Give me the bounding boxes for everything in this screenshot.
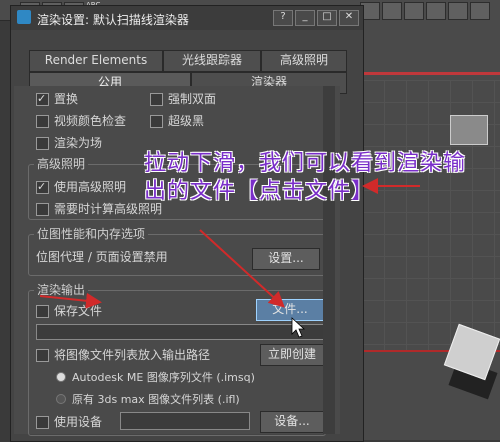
checkbox[interactable] [36, 416, 49, 429]
bitmap-settings-button[interactable]: 设置... [252, 248, 320, 270]
toolbar-button[interactable] [382, 2, 402, 20]
checkbox[interactable] [150, 115, 163, 128]
option-label: 置换 [54, 92, 79, 106]
create-now-button[interactable]: 立即创建 [260, 344, 324, 366]
panel-scrollbar[interactable] [323, 86, 335, 434]
close-button[interactable]: ✕ [339, 10, 359, 26]
tab-row: Render Elements 光线跟踪器 高级照明 [29, 50, 347, 72]
option-label: 超级黑 [168, 114, 205, 128]
option-label: 渲染为场 [54, 136, 103, 150]
option-use-advanced-lighting[interactable]: 使用高级照明 [36, 178, 126, 196]
help-button[interactable]: ? [273, 10, 293, 26]
toolbar-button[interactable] [470, 2, 490, 20]
option-super-black[interactable]: 超级黑 [150, 112, 204, 130]
toolbar-button[interactable] [426, 2, 446, 20]
checkbox[interactable] [36, 137, 49, 150]
option-label: 视频颜色检查 [54, 114, 127, 128]
checkbox[interactable] [36, 90, 49, 108]
tab-render-elements[interactable]: Render Elements [29, 50, 163, 72]
minimize-button[interactable]: _ [295, 10, 315, 26]
maximize-button[interactable]: □ [317, 10, 337, 26]
toolbar-button[interactable] [404, 2, 424, 20]
dialog-title: 渲染设置: 默认扫描线渲染器 [37, 13, 189, 27]
option-label: 保存文件 [54, 304, 103, 318]
app-icon [17, 10, 31, 24]
tab-raytracer[interactable]: 光线跟踪器 [163, 50, 261, 72]
files-button[interactable]: 文件... [256, 299, 324, 321]
settings-panel: 置换 强制双面 视频颜色检查 超级黑 渲染为场 高级照明 使用高级照明 需要时计… [14, 86, 340, 436]
radio-imsq[interactable]: Autodesk ME 图像序列文件 (.imsq) [56, 368, 255, 386]
output-path-field[interactable] [36, 324, 324, 340]
option-label: 使用高级照明 [54, 180, 127, 194]
device-field[interactable] [120, 412, 250, 430]
tab-advanced-lighting[interactable]: 高级照明 [261, 50, 347, 72]
checkbox[interactable] [36, 349, 49, 362]
option-use-device[interactable]: 使用设备 [36, 413, 102, 431]
device-button[interactable]: 设备... [260, 411, 324, 433]
option-label: 原有 3ds max 图像文件列表 (.ifl) [72, 393, 240, 406]
radio-button[interactable] [56, 394, 66, 404]
viewport-border [340, 72, 500, 75]
option-label: Autodesk ME 图像序列文件 (.imsq) [72, 371, 255, 384]
toolbar-button[interactable] [448, 2, 468, 20]
viewport-object[interactable] [450, 115, 488, 145]
dialog-titlebar[interactable]: 渲染设置: 默认扫描线渲染器 ? _ □ ✕ [11, 6, 363, 30]
checkbox[interactable] [36, 178, 49, 196]
radio-ifl[interactable]: 原有 3ds max 图像文件列表 (.ifl) [56, 390, 240, 408]
bitmap-proxy-status: 位图代理 / 页面设置禁用 [36, 250, 168, 264]
checkbox[interactable] [36, 115, 49, 128]
checkbox[interactable] [150, 93, 163, 106]
option-label: 使用设备 [54, 415, 103, 429]
option-save-file[interactable]: 保存文件 [36, 302, 102, 320]
group-title: 位图性能和内存选项 [34, 227, 149, 241]
option-label: 将图像文件列表放入输出路径 [54, 348, 211, 362]
option-force-2sided[interactable]: 强制双面 [150, 90, 216, 108]
checkbox[interactable] [36, 305, 49, 318]
option-render-to-fields[interactable]: 渲染为场 [36, 134, 102, 152]
option-label: 强制双面 [168, 92, 217, 106]
checkbox[interactable] [36, 203, 49, 216]
tutorial-annotation: 拉动下滑，我们可以看到渲染输出的文件【点击文件】 [144, 151, 467, 204]
group-title: 渲染输出 [34, 283, 89, 297]
option-video-color-check[interactable]: 视频颜色检查 [36, 112, 126, 130]
option-put-image-list[interactable]: 将图像文件列表放入输出路径 [36, 346, 210, 364]
option-displacement[interactable]: 置换 [36, 90, 78, 108]
radio-button[interactable] [56, 372, 66, 382]
group-title: 高级照明 [34, 157, 89, 171]
